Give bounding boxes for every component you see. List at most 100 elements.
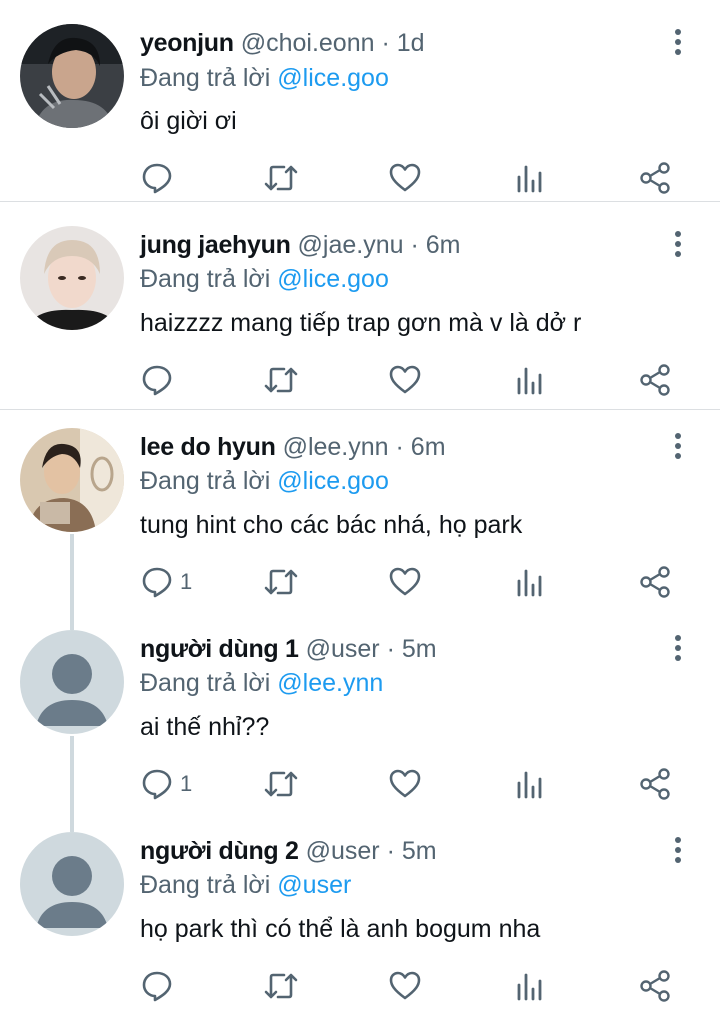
- more-vertical-icon[interactable]: [664, 836, 692, 866]
- display-name[interactable]: người dùng 2: [140, 837, 299, 865]
- like-button[interactable]: [388, 966, 422, 1006]
- tweet[interactable]: người dùng 2 @user · 5m Đang trả lời @us…: [0, 814, 720, 1016]
- share-icon: [640, 768, 670, 800]
- separator-dot: ·: [410, 231, 419, 259]
- reply-button[interactable]: [140, 158, 180, 198]
- reply-button[interactable]: 1: [140, 764, 192, 804]
- reply-count: 1: [180, 771, 193, 796]
- mention-link[interactable]: @lice.goo: [277, 265, 389, 293]
- share-button[interactable]: [638, 966, 672, 1006]
- analytics-icon: [517, 771, 542, 799]
- user-handle[interactable]: @lee.ynn: [283, 433, 389, 461]
- tweet-header: người dùng 2 @user · 5m: [140, 836, 437, 866]
- reply-count: 1: [180, 569, 193, 594]
- views-button[interactable]: [515, 764, 545, 804]
- tweet[interactable]: người dùng 1 @user · 5m Đang trả lời @le…: [0, 612, 720, 814]
- avatar[interactable]: [20, 630, 124, 734]
- analytics-icon: [517, 973, 542, 1001]
- views-button[interactable]: [515, 562, 545, 602]
- mention-link[interactable]: @lee.ynn: [277, 669, 383, 697]
- like-button[interactable]: [388, 360, 422, 400]
- mention-link[interactable]: @lice.goo: [277, 64, 389, 92]
- views-button[interactable]: [515, 158, 545, 198]
- avatar[interactable]: [20, 428, 124, 532]
- timestamp[interactable]: 5m: [402, 635, 437, 663]
- mention-link[interactable]: @user: [277, 871, 351, 899]
- tweet-actions: [0, 360, 720, 400]
- share-icon: [640, 364, 670, 396]
- reply-button[interactable]: 1: [140, 562, 192, 602]
- tweet-text: ai thế nhỉ??: [140, 713, 270, 741]
- heart-icon: [389, 971, 421, 1000]
- tweet-text: ôi giời ơi: [140, 107, 237, 135]
- heart-icon: [389, 567, 421, 596]
- reply-icon: [142, 163, 172, 194]
- more-vertical-icon[interactable]: [664, 230, 692, 260]
- share-icon: [640, 970, 670, 1002]
- mention-link[interactable]: @lice.goo: [277, 467, 389, 495]
- views-button[interactable]: [515, 966, 545, 1006]
- heart-icon: [389, 163, 421, 192]
- tweet-text: họ park thì có thể là anh bogum nha: [140, 915, 541, 943]
- more-vertical-icon[interactable]: [664, 432, 692, 462]
- tweet-header: jung jaehyun @jae.ynu · 6m: [140, 230, 461, 260]
- timestamp[interactable]: 1d: [397, 29, 425, 57]
- tweet[interactable]: yeonjun @choi.eonn · 1d Đang trả lời @li…: [0, 0, 720, 202]
- tweet-header: yeonjun @choi.eonn · 1d: [140, 28, 425, 58]
- timestamp[interactable]: 6m: [411, 433, 446, 461]
- replying-to: Đang trả lời @lice.goo: [140, 63, 389, 93]
- heart-icon: [389, 365, 421, 394]
- replying-to-label: Đang trả lời: [140, 871, 271, 899]
- tweet[interactable]: jung jaehyun @jae.ynu · 6m Đang trả lời …: [0, 208, 720, 410]
- avatar[interactable]: [20, 226, 124, 330]
- share-button[interactable]: [638, 158, 672, 198]
- retweet-button[interactable]: [262, 360, 300, 400]
- analytics-icon: [517, 569, 542, 597]
- retweet-icon: [264, 771, 298, 797]
- more-vertical-icon[interactable]: [664, 28, 692, 58]
- share-icon: [640, 162, 670, 194]
- reply-icon: [142, 769, 172, 800]
- retweet-button[interactable]: [262, 158, 300, 198]
- retweet-button[interactable]: [262, 966, 300, 1006]
- avatar[interactable]: [20, 24, 124, 128]
- reply-button[interactable]: [140, 360, 180, 400]
- tweet-actions: [0, 966, 720, 1006]
- display-name[interactable]: người dùng 1: [140, 635, 299, 663]
- replying-to-label: Đang trả lời: [140, 64, 271, 92]
- share-button[interactable]: [638, 562, 672, 602]
- default-avatar-icon: [20, 832, 124, 936]
- display-name[interactable]: lee do hyun: [140, 433, 276, 461]
- user-handle[interactable]: @jae.ynu: [298, 231, 404, 259]
- tweet[interactable]: lee do hyun @lee.ynn · 6m Đang trả lời @…: [0, 410, 720, 612]
- share-button[interactable]: [638, 360, 672, 400]
- analytics-icon: [517, 367, 542, 395]
- timestamp[interactable]: 5m: [402, 837, 437, 865]
- like-button[interactable]: [388, 562, 422, 602]
- display-name[interactable]: jung jaehyun: [140, 231, 291, 259]
- replying-to-label: Đang trả lời: [140, 265, 271, 293]
- like-button[interactable]: [388, 764, 422, 804]
- user-handle[interactable]: @choi.eonn: [241, 29, 375, 57]
- avatar[interactable]: [20, 832, 124, 936]
- reply-button[interactable]: [140, 966, 180, 1006]
- retweet-icon: [264, 367, 298, 393]
- reply-icon: [142, 567, 172, 598]
- analytics-icon: [517, 165, 542, 193]
- display-name[interactable]: yeonjun: [140, 29, 234, 57]
- heart-icon: [389, 769, 421, 798]
- share-button[interactable]: [638, 764, 672, 804]
- share-icon: [640, 566, 670, 598]
- timestamp[interactable]: 6m: [426, 231, 461, 259]
- like-button[interactable]: [388, 158, 422, 198]
- retweet-button[interactable]: [262, 764, 300, 804]
- reply-icon: [142, 971, 172, 1002]
- user-handle[interactable]: @user: [306, 837, 380, 865]
- retweet-icon: [264, 569, 298, 595]
- tweet-actions: 1: [0, 764, 720, 804]
- retweet-button[interactable]: [262, 562, 300, 602]
- views-button[interactable]: [515, 360, 545, 400]
- replying-to: Đang trả lời @user: [140, 870, 351, 900]
- user-handle[interactable]: @user: [306, 635, 380, 663]
- more-vertical-icon[interactable]: [664, 634, 692, 664]
